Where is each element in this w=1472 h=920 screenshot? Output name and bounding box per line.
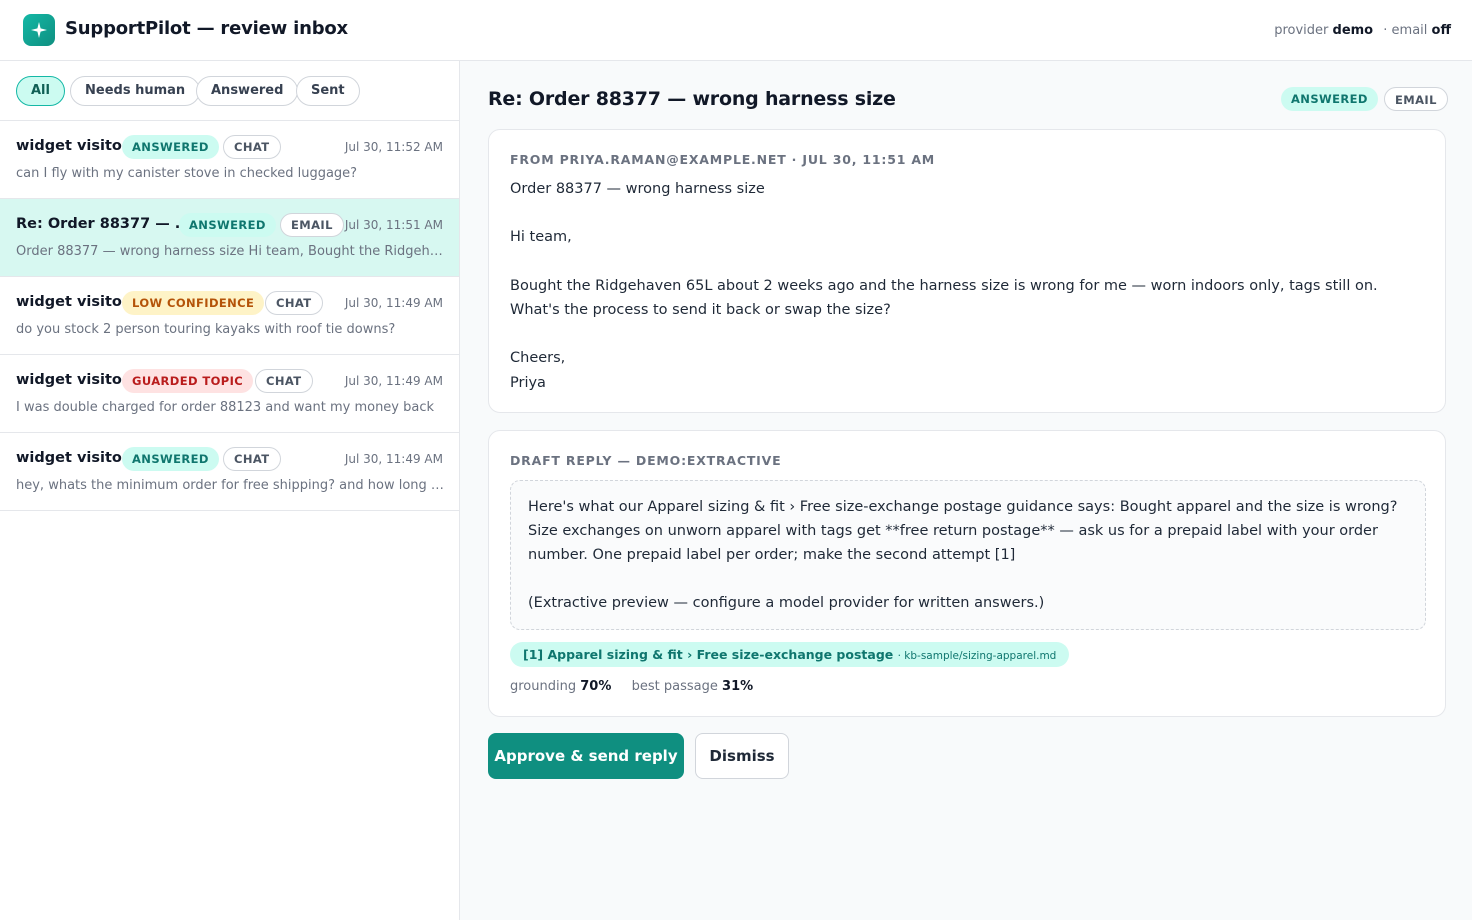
channel-badge: EMAIL xyxy=(280,213,344,237)
provider-status: provider demo · email off xyxy=(1274,23,1451,38)
status-badge: ANSWERED xyxy=(122,447,219,471)
filter-all[interactable]: All xyxy=(16,76,65,106)
draft-reply-card: DRAFT REPLY — DEMO:EXTRACTIVE Here's wha… xyxy=(488,430,1446,717)
channel-badge: EMAIL xyxy=(1384,87,1448,111)
conversation-item[interactable]: widget visitor ANSWERED CHAT Jul 30, 11:… xyxy=(0,121,459,199)
filter-sent[interactable]: Sent xyxy=(296,76,360,106)
channel-badge: CHAT xyxy=(265,291,323,315)
citation-label: [1] Apparel sizing & fit › Free size-exc… xyxy=(523,647,894,662)
citation-chip[interactable]: [1] Apparel sizing & fit › Free size-exc… xyxy=(510,642,1070,667)
provider-label: provider xyxy=(1274,23,1329,38)
conversation-item[interactable]: widget visitor LOW CONFIDENCE CHAT Jul 3… xyxy=(0,277,459,355)
sparkle-icon xyxy=(23,14,55,46)
message-greeting: Hi team, xyxy=(510,229,572,246)
message-subject: Order 88377 — wrong harness size xyxy=(510,181,765,197)
conversation-preview: do you stock 2 person touring kayaks wit… xyxy=(16,322,396,337)
conversation-item-selected[interactable]: Re: Order 88377 — ... ANSWERED EMAIL Jul… xyxy=(0,199,459,277)
conversation-title: widget visitor xyxy=(16,138,130,154)
conversation-time: Jul 30, 11:49 AM xyxy=(344,296,443,310)
conversation-detail: Re: Order 88377 — wrong harness size ANS… xyxy=(460,61,1472,920)
filter-answered[interactable]: Answered xyxy=(196,76,299,106)
conversation-title: Re: Order 88377 — ... xyxy=(16,216,192,232)
grounding-label: grounding xyxy=(510,679,577,694)
conversation-title: widget visitor xyxy=(16,372,130,388)
message-text: Bought the Ridgehaven 65L about 2 weeks … xyxy=(510,277,1378,318)
passage-value: 31% xyxy=(722,679,754,694)
conversation-title: widget visitor xyxy=(16,450,130,466)
conversation-time: Jul 30, 11:51 AM xyxy=(344,218,443,232)
channel-badge: CHAT xyxy=(223,135,281,159)
conversation-time: Jul 30, 11:49 AM xyxy=(344,452,443,466)
top-bar: SupportPilot — review inbox provider dem… xyxy=(0,0,1472,61)
channel-badge: CHAT xyxy=(223,447,281,471)
email-value: off xyxy=(1431,23,1451,38)
draft-note: (Extractive preview — configure a model … xyxy=(528,595,1045,611)
passage-label: best passage xyxy=(631,679,718,694)
email-label: · email xyxy=(1383,23,1428,38)
draft-heading: DRAFT REPLY — DEMO:EXTRACTIVE xyxy=(510,453,782,468)
citation-source: · kb-sample/sizing-apparel.md xyxy=(897,650,1057,662)
channel-badge: CHAT xyxy=(255,369,313,393)
message-from-line: FROM PRIYA.RAMAN@EXAMPLE.NET · JUL 30, 1… xyxy=(510,152,936,167)
conversation-time: Jul 30, 11:49 AM xyxy=(344,374,443,388)
status-badge: ANSWERED xyxy=(1281,87,1378,111)
conversation-item[interactable]: widget visitor GUARDED TOPIC CHAT Jul 30… xyxy=(0,355,459,433)
draft-reply-text[interactable]: Here's what our Apparel sizing & fit › F… xyxy=(510,480,1426,630)
draft-body: Here's what our Apparel sizing & fit › F… xyxy=(528,499,1398,563)
status-badge: GUARDED TOPIC xyxy=(122,369,254,393)
filter-needs-human[interactable]: Needs human xyxy=(70,76,201,106)
conversation-item[interactable]: widget visitor ANSWERED CHAT Jul 30, 11:… xyxy=(0,433,459,511)
conversation-preview: can I fly with my canister stove in chec… xyxy=(16,166,358,181)
status-badge: ANSWERED xyxy=(179,213,276,237)
provider-value: demo xyxy=(1332,23,1374,38)
app-title: SupportPilot — review inbox xyxy=(65,18,348,39)
dismiss-button[interactable]: Dismiss xyxy=(695,733,789,779)
status-badge: ANSWERED xyxy=(122,135,219,159)
conversation-title: widget visitor xyxy=(16,294,130,310)
confidence-metrics: grounding 70% best passage 31% xyxy=(510,679,753,694)
message-signature: Priya xyxy=(510,374,546,391)
conversation-preview: hey, whats the minimum order for free sh… xyxy=(16,478,446,493)
message-card: FROM PRIYA.RAMAN@EXAMPLE.NET · JUL 30, 1… xyxy=(488,129,1446,413)
conversation-preview: I was double charged for order 88123 and… xyxy=(16,400,435,415)
page-title: Re: Order 88377 — wrong harness size xyxy=(488,88,896,110)
grounding-value: 70% xyxy=(580,679,612,694)
filter-bar: All Needs human Answered Sent xyxy=(0,61,459,121)
message-signoff: Cheers, xyxy=(510,350,566,367)
conversation-preview: Order 88377 — wrong harness size Hi team… xyxy=(16,244,446,259)
conversation-time: Jul 30, 11:52 AM xyxy=(344,140,443,154)
status-badge: LOW CONFIDENCE xyxy=(122,291,265,315)
conversation-sidebar: All Needs human Answered Sent widget vis… xyxy=(0,61,460,920)
approve-send-button[interactable]: Approve & send reply xyxy=(488,733,684,779)
message-body: Order 88377 — wrong harness size Hi team… xyxy=(510,177,1430,395)
